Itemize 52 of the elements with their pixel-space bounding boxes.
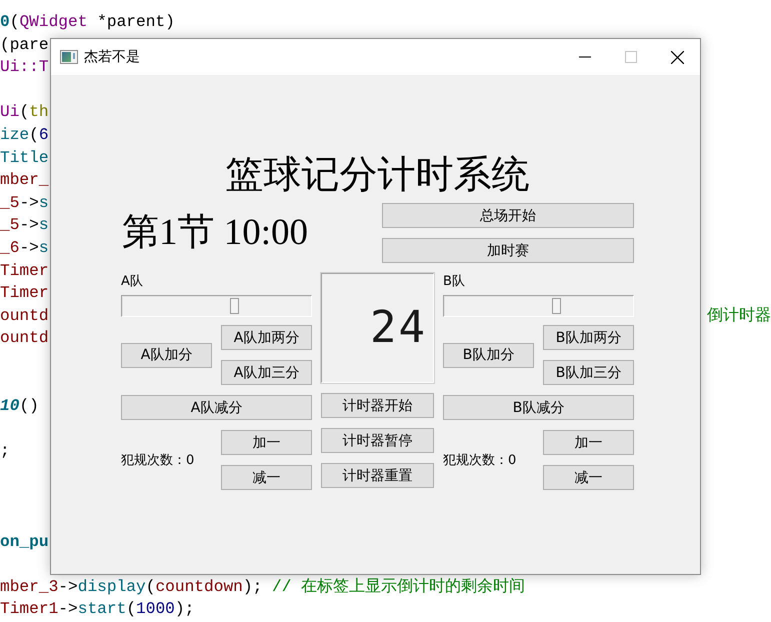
push-button[interactable]: B队减分 [443, 395, 634, 420]
code-line: _6->s [0, 238, 49, 259]
push-button[interactable]: 计时器重置 [321, 463, 434, 488]
close-icon [670, 50, 684, 64]
push-button[interactable]: 总场开始 [382, 203, 634, 228]
foul-count: 犯规次数：0 [443, 452, 516, 468]
period-clock: 第1节 10:00 [121, 211, 308, 255]
slider-thumb[interactable] [552, 298, 561, 314]
push-button[interactable]: B队加分 [443, 342, 534, 368]
code-line: mber_ [0, 170, 49, 192]
slider-thumb[interactable] [230, 298, 239, 314]
code-line: mber_3->display(countdown); // 在标签上显示倒计时的剩余时间 [0, 576, 526, 598]
push-button[interactable]: 计时器开始 [321, 393, 434, 418]
code-line: on_pu [0, 532, 49, 553]
code-line: Timer1->start(1000); [0, 599, 194, 620]
push-button[interactable]: B队加三分 [543, 360, 634, 385]
team-label: A队 [121, 273, 144, 290]
push-button[interactable]: A队加分 [121, 342, 212, 368]
push-button[interactable]: B队加两分 [543, 325, 634, 350]
lcd-number: 24 [370, 304, 427, 352]
code-line: 10() [0, 396, 39, 418]
code-line: ountd [0, 328, 49, 350]
push-button[interactable]: 计时器暂停 [321, 428, 434, 453]
code-line: Title [0, 148, 49, 169]
code-line: Timer [0, 283, 49, 304]
code-line: ountd [0, 306, 49, 327]
app-icon [60, 50, 78, 64]
code-comment: 倒计时器 [707, 306, 771, 327]
push-button[interactable]: 加时赛 [382, 238, 634, 263]
code-line: (pare [0, 34, 49, 56]
code-line: ; [0, 441, 10, 462]
maximize-icon [625, 51, 637, 63]
push-button[interactable]: A队减分 [121, 395, 312, 420]
heading: 篮球记分计时系统 [224, 153, 530, 198]
foul-count: 犯规次数：0 [121, 452, 194, 468]
code-line: 0(QWidget *parent) [0, 12, 175, 33]
code-line: Ui(th [0, 102, 49, 124]
push-button[interactable]: 减一 [221, 465, 312, 490]
code-line: ize(6 [0, 124, 49, 146]
code-line: _5->s [0, 215, 49, 236]
push-button[interactable]: A队加三分 [221, 360, 312, 385]
window-title: 杰若不是 [84, 48, 140, 66]
slider-track[interactable] [121, 295, 312, 317]
push-button[interactable]: 加一 [543, 430, 634, 455]
code-line: Ui::T [0, 57, 49, 78]
push-button[interactable]: 加一 [221, 430, 312, 455]
code-line: Timer [0, 260, 49, 282]
push-button[interactable]: A队加两分 [221, 325, 312, 350]
team-label: B队 [443, 273, 466, 290]
push-button[interactable]: 减一 [543, 465, 634, 490]
slider-track[interactable] [443, 295, 634, 317]
code-line: _5->s [0, 192, 49, 214]
